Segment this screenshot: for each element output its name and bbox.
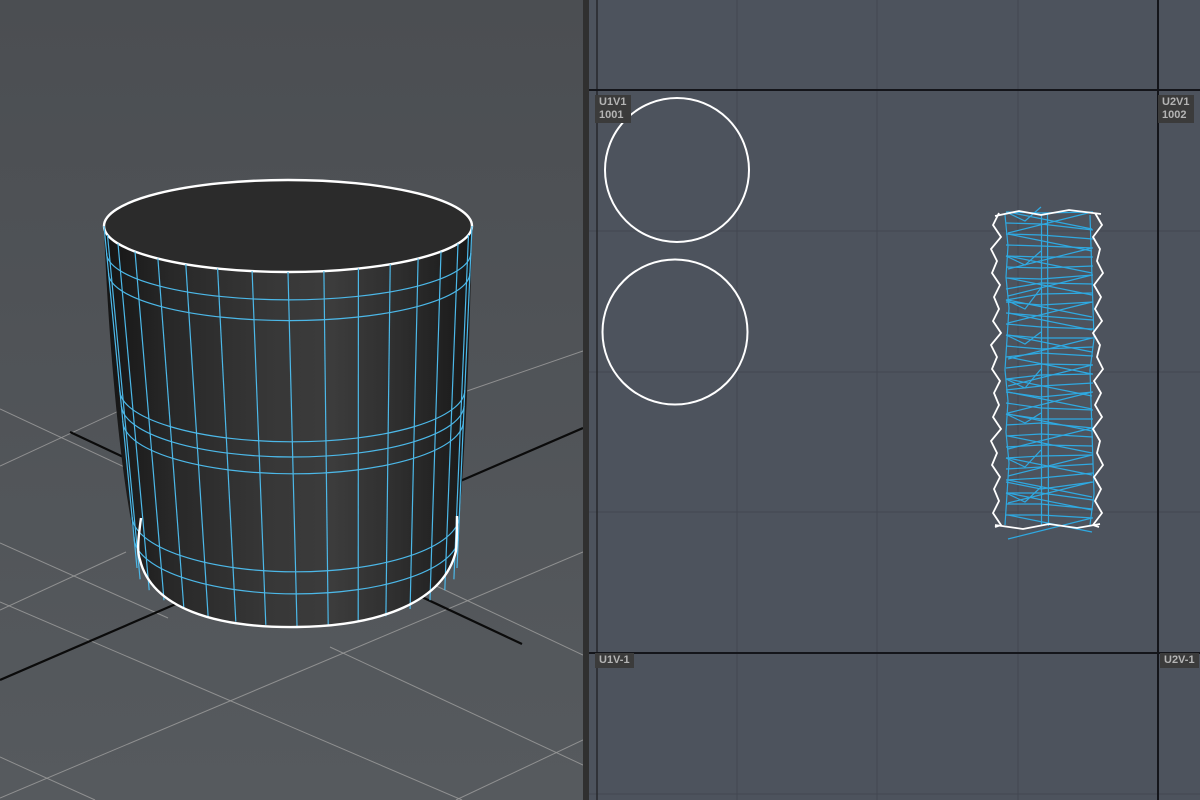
tile-coord-label: U2V-1 [1164,654,1195,667]
perspective-viewport[interactable] [0,0,583,800]
tile-coord-label: U1V1 [599,96,627,109]
uv-editor-canvas [589,0,1200,800]
udim-tile-label-u2v-1: U2V-1 [1160,653,1199,668]
udim-tile-label-1001: U1V1 1001 [595,95,631,123]
tile-coord-label: U2V1 [1162,96,1190,109]
perspective-scene [0,0,583,800]
udim-tile-label-1002: U2V1 1002 [1158,95,1194,123]
uv-shell-caps[interactable] [603,98,750,405]
uv-shell-circle-bottom [603,260,748,405]
udim-tile-label-u1v-1: U1V-1 [595,653,634,668]
uv-shell-strip[interactable] [991,207,1103,539]
cylinder-mesh[interactable] [104,180,472,627]
tile-udim-label: 1002 [1162,109,1190,122]
uv-grid [589,0,1200,800]
application-window: U1V1 1001 U2V1 1002 U1V-1 U2V-1 [0,0,1200,800]
tile-udim-label: 1001 [599,109,627,122]
tile-coord-label: U1V-1 [599,654,630,667]
cylinder-top-cap [104,180,472,272]
uv-editor-viewport[interactable]: U1V1 1001 U2V1 1002 U1V-1 U2V-1 [589,0,1200,800]
